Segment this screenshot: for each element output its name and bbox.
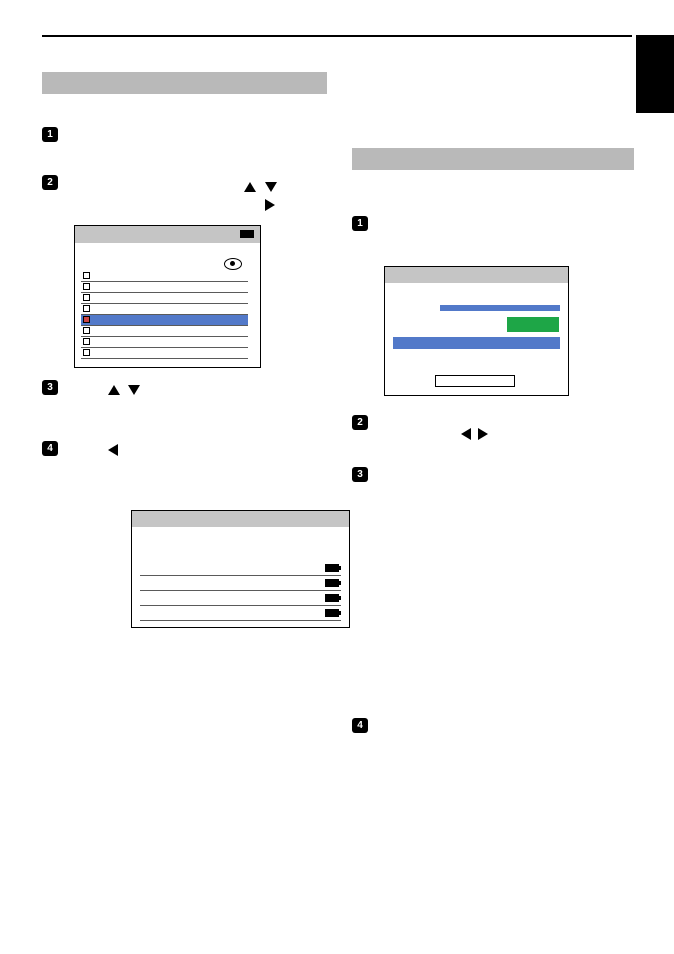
right-arrow-icon <box>478 428 488 440</box>
left-arrow-icon <box>108 444 118 456</box>
up-arrow-icon <box>108 385 120 395</box>
dialog-titlebar <box>385 267 568 283</box>
section-heading-right <box>352 148 634 170</box>
battery-icon <box>240 230 254 238</box>
step-4-right: 4 <box>352 718 368 733</box>
table-body <box>140 561 341 621</box>
table-row[interactable] <box>140 561 341 576</box>
battery-icon <box>325 579 339 587</box>
selection-bar[interactable] <box>393 337 560 349</box>
right-arrow-icon <box>265 199 275 211</box>
step-3-right: 3 <box>352 467 368 482</box>
table-row[interactable] <box>140 606 341 621</box>
list-item[interactable] <box>81 304 248 315</box>
step-1-left: 1 <box>42 127 58 142</box>
battery-icon <box>325 594 339 602</box>
list-item[interactable] <box>81 326 248 337</box>
step-2-right: 2 <box>352 415 368 430</box>
checkbox-icon[interactable] <box>83 338 90 345</box>
table-row[interactable] <box>140 576 341 591</box>
step-4-left: 4 <box>42 441 58 456</box>
list-item-selected[interactable] <box>81 315 248 326</box>
list-titlebar <box>75 226 260 243</box>
checkbox-icon[interactable] <box>83 305 90 312</box>
left-arrow-icon <box>461 428 471 440</box>
list-screen <box>74 225 261 368</box>
checkbox-icon[interactable] <box>83 294 90 301</box>
list-rows <box>81 271 248 359</box>
table-titlebar <box>132 511 349 527</box>
step-2-left: 2 <box>42 175 58 190</box>
list-item[interactable] <box>81 271 248 282</box>
list-item[interactable] <box>81 348 248 359</box>
input-field[interactable] <box>435 375 515 387</box>
battery-icon <box>325 564 339 572</box>
step-1-right: 1 <box>352 216 368 231</box>
dialog-screen <box>384 266 569 396</box>
checkbox-icon[interactable] <box>83 327 90 334</box>
up-arrow-icon <box>244 182 256 192</box>
ok-button[interactable] <box>507 317 559 332</box>
page-tab <box>636 35 674 113</box>
list-item[interactable] <box>81 337 248 348</box>
battery-icon <box>325 609 339 617</box>
list-item[interactable] <box>81 293 248 304</box>
top-rule <box>42 35 632 37</box>
field-highlight <box>440 305 560 311</box>
list-item[interactable] <box>81 282 248 293</box>
section-heading-left <box>42 72 327 94</box>
table-screen <box>131 510 350 628</box>
view-icon <box>224 258 240 268</box>
checkbox-checked-icon[interactable] <box>83 316 90 323</box>
down-arrow-icon <box>128 385 140 395</box>
down-arrow-icon <box>265 182 277 192</box>
step-3-left: 3 <box>42 380 58 395</box>
checkbox-icon[interactable] <box>83 283 90 290</box>
checkbox-icon[interactable] <box>83 349 90 356</box>
checkbox-icon[interactable] <box>83 272 90 279</box>
table-row[interactable] <box>140 591 341 606</box>
